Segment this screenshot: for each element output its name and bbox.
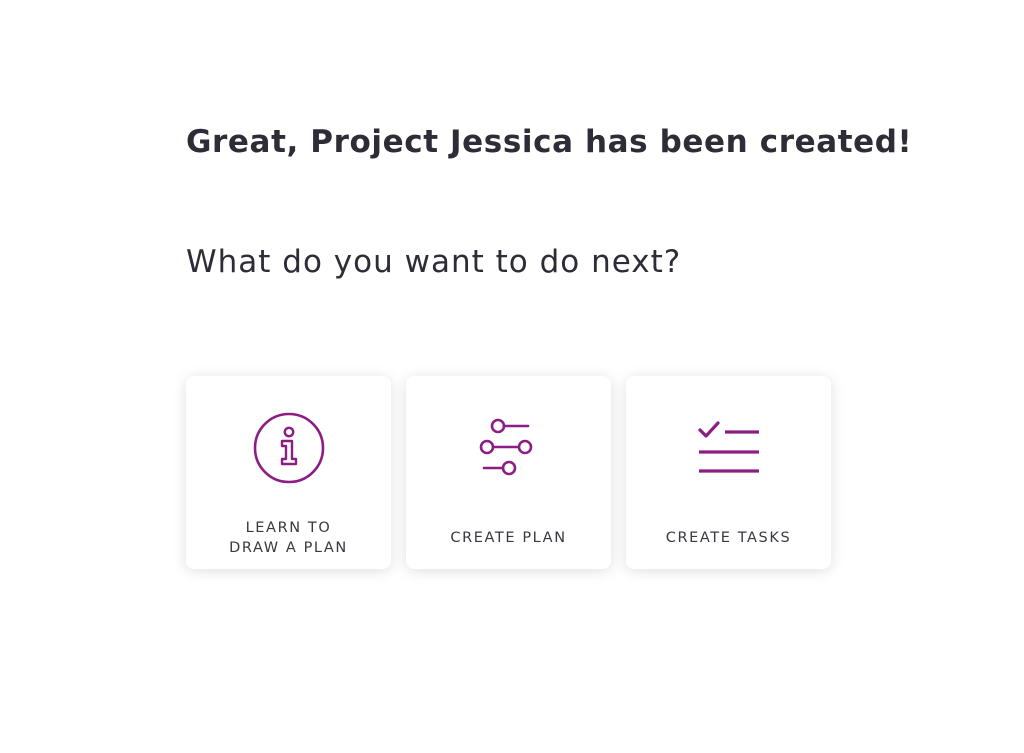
next-action-cards: LEARN TO DRAW A PLAN CREATE PLAN CREATE …	[186, 376, 831, 569]
create-plan-card[interactable]: CREATE PLAN	[406, 376, 611, 569]
sliders-icon	[471, 410, 547, 486]
page-title: Great, Project Jessica has been created!	[186, 124, 913, 160]
project-created-page: Great, Project Jessica has been created!…	[0, 0, 1024, 753]
info-icon	[251, 410, 327, 486]
checklist-icon	[691, 410, 767, 486]
create-plan-label: CREATE PLAN	[450, 530, 567, 546]
next-step-question: What do you want to do next?	[186, 244, 682, 280]
create-tasks-label: CREATE TASKS	[665, 530, 792, 546]
card-label-line: LEARN TO	[245, 520, 332, 536]
learn-to-draw-plan-card[interactable]: LEARN TO DRAW A PLAN	[186, 376, 391, 569]
create-tasks-card[interactable]: CREATE TASKS	[626, 376, 831, 569]
card-label-line: DRAW A PLAN	[229, 540, 348, 556]
learn-to-draw-plan-label: LEARN TO DRAW A PLAN	[186, 518, 391, 558]
